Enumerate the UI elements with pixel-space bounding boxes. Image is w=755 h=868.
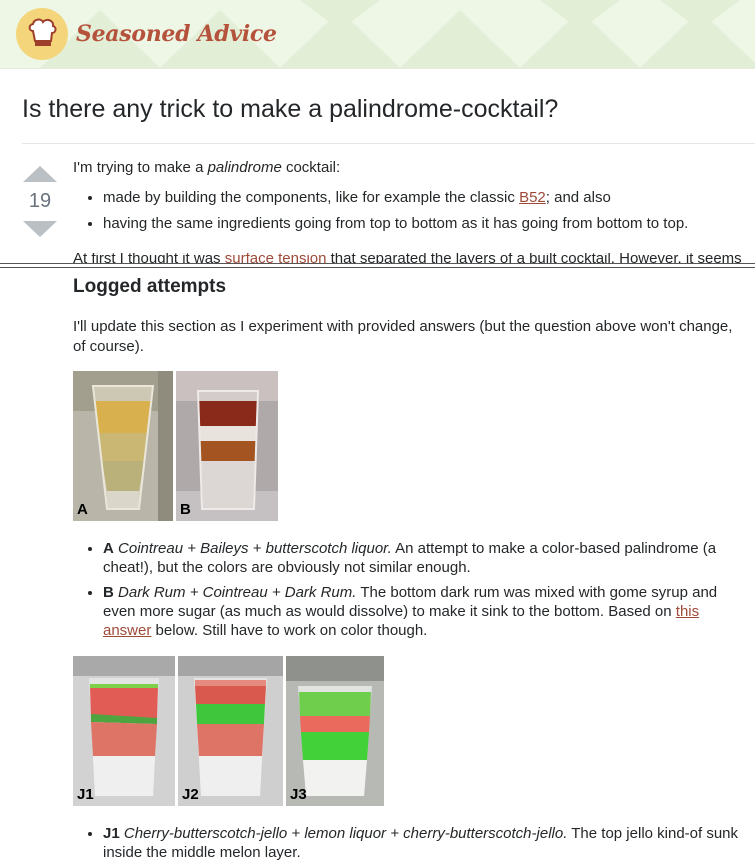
screenshot-splice-divider bbox=[0, 263, 755, 268]
b52-link[interactable]: B52 bbox=[519, 189, 546, 206]
cocktail-photo-j1[interactable]: J1 bbox=[73, 656, 175, 806]
photo-row-ab: A B bbox=[73, 371, 743, 521]
photo-caption: J2 bbox=[182, 786, 199, 803]
photo-caption: A bbox=[77, 501, 88, 518]
site-logo[interactable]: Seasoned Advice bbox=[16, 8, 277, 60]
photo-row-jello: J1 J2 J3 bbox=[73, 656, 743, 806]
attempts-list-ab: A Cointreau + Baileys + butterscotch liq… bbox=[73, 539, 743, 640]
list-item: A Cointreau + Baileys + butterscotch liq… bbox=[103, 539, 743, 577]
cocktail-photo-a[interactable]: A bbox=[73, 371, 173, 521]
photo-caption: J1 bbox=[77, 786, 94, 803]
attempts-list-jello: J1 Cherry-butterscotch-jello + lemon liq… bbox=[73, 824, 743, 862]
downvote-arrow-icon[interactable] bbox=[23, 221, 57, 237]
requirements-list: made by building the components, like fo… bbox=[73, 188, 743, 234]
list-item: having the same ingredients going from t… bbox=[103, 214, 743, 234]
chef-hat-icon bbox=[16, 8, 68, 60]
logged-attempts-section: Logged attempts I'll update this section… bbox=[73, 276, 743, 868]
intro-paragraph: I'm trying to make a palindrome cocktail… bbox=[73, 159, 341, 176]
logged-attempts-heading: Logged attempts bbox=[73, 276, 227, 297]
question-title[interactable]: Is there any trick to make a palindrome-… bbox=[22, 95, 558, 124]
question-body: I'm trying to make a palindrome cocktail… bbox=[73, 158, 743, 240]
list-item: B Dark Rum + Cointreau + Dark Rum. The b… bbox=[103, 583, 743, 640]
cocktail-photo-j2[interactable]: J2 bbox=[178, 656, 283, 806]
vote-cell: 19 bbox=[22, 166, 58, 237]
list-item: made by building the components, like fo… bbox=[103, 188, 743, 208]
site-header: Seasoned Advice bbox=[0, 0, 755, 69]
upvote-arrow-icon[interactable] bbox=[23, 166, 57, 182]
title-divider bbox=[22, 143, 755, 144]
site-name: Seasoned Advice bbox=[76, 21, 277, 47]
list-item: J1 Cherry-butterscotch-jello + lemon liq… bbox=[103, 824, 743, 862]
logged-intro: I'll update this section as I experiment… bbox=[73, 318, 733, 355]
photo-caption: J3 bbox=[290, 786, 307, 803]
palindrome-emphasis: palindrome bbox=[207, 159, 282, 176]
cocktail-photo-b[interactable]: B bbox=[176, 371, 278, 521]
cocktail-photo-j3[interactable]: J3 bbox=[286, 656, 384, 806]
photo-caption: B bbox=[180, 501, 191, 518]
vote-count: 19 bbox=[28, 190, 52, 212]
